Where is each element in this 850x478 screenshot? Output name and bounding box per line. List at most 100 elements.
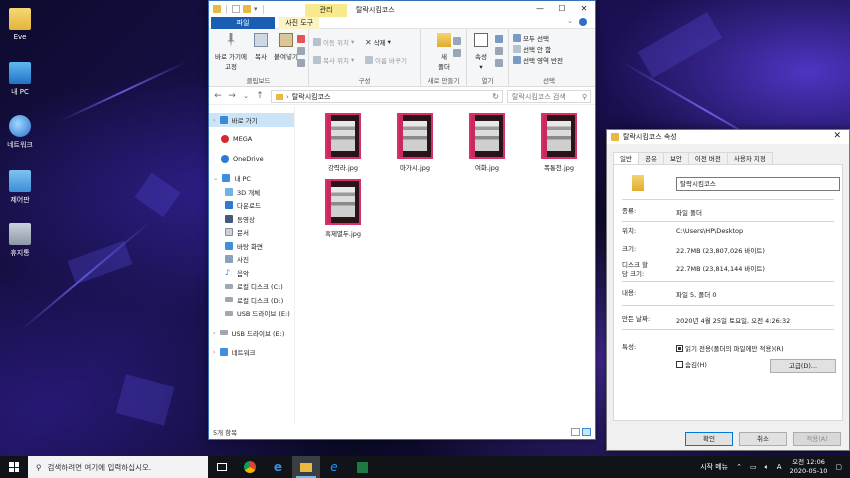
- taskbar-internet-explorer[interactable]: e: [320, 456, 348, 478]
- chevron-up-icon[interactable]: ⌃: [736, 463, 742, 471]
- nav-item-local-disk-d[interactable]: 로컬 디스크 (D:): [209, 293, 294, 307]
- up-arrow-icon[interactable]: ↑: [255, 91, 265, 101]
- cut-icon[interactable]: [297, 35, 305, 43]
- hidden-checkbox[interactable]: 숨김(H): [676, 359, 707, 369]
- tab-customize[interactable]: 사용자 지정: [726, 152, 773, 164]
- nav-item-this-pc[interactable]: ⌄ 내 PC: [209, 172, 294, 186]
- open-icon[interactable]: [495, 35, 503, 43]
- copy-to-button[interactable]: 복사 위치 ▾: [313, 55, 354, 65]
- taskbar-file-explorer[interactable]: [292, 456, 320, 478]
- properties-dialog: 탈락시킴코스 속성 ✕ 일반 공유 보안 이전 버전 사용자 지정 탈락시킴코스…: [606, 129, 850, 451]
- close-button[interactable]: ✕: [833, 131, 841, 141]
- desktop-icon-recycle-bin[interactable]: 휴지통: [0, 223, 40, 258]
- tab-previous-versions[interactable]: 이전 버전: [687, 152, 728, 164]
- paste-button[interactable]: 붙여넣기: [273, 33, 299, 61]
- chevron-down-icon[interactable]: ▾: [254, 5, 258, 13]
- pin-quick-access-button[interactable]: 바로 가기에 고정: [213, 33, 249, 71]
- network-icon[interactable]: ▭: [750, 463, 757, 471]
- apply-button[interactable]: 적용(A): [793, 432, 841, 446]
- ok-button[interactable]: 확인: [685, 432, 733, 446]
- search-icon: ⚲: [36, 462, 42, 472]
- close-button[interactable]: ✕: [573, 1, 595, 17]
- nav-item-local-disk-c[interactable]: 로컬 디스크 (C:): [209, 280, 294, 294]
- nav-item-mega[interactable]: MEGA: [209, 133, 294, 147]
- nav-item-videos[interactable]: 동영상: [209, 212, 294, 226]
- forward-arrow-icon[interactable]: →: [227, 91, 237, 101]
- notification-icon[interactable]: ▢: [835, 463, 842, 471]
- search-input[interactable]: 탈락시킴코스 검색 ⚲: [507, 90, 591, 103]
- paste-shortcut-icon[interactable]: [297, 59, 305, 67]
- file-item[interactable]: 혹제멸두.jpg: [311, 179, 375, 238]
- file-item[interactable]: 폭통천.jpg: [527, 113, 591, 172]
- nav-item-pictures[interactable]: 사진: [209, 253, 294, 267]
- taskbar-excel[interactable]: [348, 456, 376, 478]
- select-all-button[interactable]: 모두 선택: [513, 33, 549, 43]
- tab-picture-tools[interactable]: 사진 도구: [279, 16, 320, 29]
- nav-item-desktop[interactable]: 바탕 화면: [209, 239, 294, 253]
- file-item[interactable]: 마가시.jpg: [383, 113, 447, 172]
- start-button[interactable]: [0, 456, 28, 478]
- properties-quick-icon[interactable]: [232, 5, 240, 13]
- taskbar-chrome[interactable]: [236, 456, 264, 478]
- large-icons-view-icon[interactable]: [582, 428, 591, 436]
- tab-sharing[interactable]: 공유: [637, 152, 664, 164]
- ribbon-tabs: 파일 홈 공유 보기 사진 도구 ⌄: [209, 16, 595, 29]
- invert-selection-button[interactable]: 선택 영역 반전: [513, 55, 563, 65]
- tab-file[interactable]: 파일: [211, 16, 275, 29]
- nav-item-usb-e-root[interactable]: › USB 드라이브 (E:): [209, 326, 294, 340]
- nav-item-3d-objects[interactable]: 3D 개체: [209, 185, 294, 199]
- properties-button[interactable]: 속성 ▾: [471, 33, 491, 71]
- nav-item-quick-access[interactable]: › 바로 가기: [209, 113, 294, 127]
- edit-icon[interactable]: [495, 47, 503, 55]
- new-item-icon[interactable]: [453, 37, 461, 45]
- ribbon-group-clipboard: 바로 가기에 고정 복사 붙여넣기 클립보드: [209, 29, 309, 87]
- rename-button[interactable]: 이름 바꾸기: [365, 55, 407, 65]
- desktop-icon-control-panel[interactable]: 제어판: [0, 170, 40, 205]
- move-to-button[interactable]: 이동 위치 ▾: [313, 37, 354, 47]
- title-bar[interactable]: ▾ 관리 탈락시킴코스 — ☐ ✕: [209, 1, 595, 17]
- select-none-button[interactable]: 선택 안 함: [513, 44, 551, 54]
- file-item[interactable]: 여화.jpg: [455, 113, 519, 172]
- copy-button[interactable]: 복사: [251, 33, 271, 61]
- taskbar-search-input[interactable]: ⚲ 검색하려면 여기에 입력하십시오.: [28, 456, 208, 478]
- context-tab-manage[interactable]: 관리: [305, 4, 347, 17]
- address-bar[interactable]: › 탈락시킴코스 ↻: [271, 90, 503, 103]
- desktop-icon-network[interactable]: 네트워크: [0, 115, 40, 150]
- nav-item-music[interactable]: ♪ 음악: [209, 266, 294, 280]
- clock[interactable]: 오전 12:06 2020-05-10: [790, 458, 828, 476]
- volume-icon[interactable]: 🔈︎: [765, 463, 769, 472]
- refresh-icon[interactable]: ↻: [492, 92, 499, 101]
- file-item[interactable]: 강력라.jpg: [311, 113, 375, 172]
- ribbon-collapse-icon[interactable]: ⌄: [567, 17, 573, 25]
- nav-item-downloads[interactable]: 다운로드: [209, 199, 294, 213]
- ime-icon[interactable]: A: [777, 463, 782, 471]
- taskbar-edge[interactable]: e: [264, 456, 292, 478]
- desktop-icon-my-pc[interactable]: 내 PC: [0, 62, 40, 97]
- computer-icon: [9, 62, 31, 84]
- cancel-button[interactable]: 취소: [739, 432, 787, 446]
- help-icon[interactable]: [579, 18, 587, 26]
- back-arrow-icon[interactable]: ←: [213, 91, 223, 101]
- nav-item-network[interactable]: › 네트워크: [209, 346, 294, 360]
- details-view-icon[interactable]: [571, 428, 580, 436]
- nav-item-usb-e[interactable]: USB 드라이브 (E:): [209, 307, 294, 321]
- nav-item-onedrive[interactable]: OneDrive: [209, 152, 294, 166]
- tab-security[interactable]: 보안: [662, 152, 689, 164]
- task-view-button[interactable]: [208, 456, 236, 478]
- minimize-button[interactable]: —: [529, 1, 551, 17]
- delete-button[interactable]: ✕ 삭제 ▾: [365, 37, 391, 48]
- tray-label[interactable]: 시작 메뉴: [700, 462, 728, 472]
- easy-access-icon[interactable]: [453, 49, 461, 57]
- readonly-checkbox[interactable]: 읽기 전용(폴더의 파일에만 적용)(R): [676, 343, 784, 353]
- dialog-title-bar[interactable]: 탈락시킴코스 속성 ✕: [607, 130, 849, 144]
- new-folder-quick-icon[interactable]: [243, 5, 251, 13]
- history-icon[interactable]: [495, 59, 503, 67]
- maximize-button[interactable]: ☐: [551, 1, 573, 17]
- desktop-icon-eve[interactable]: Eve: [0, 8, 40, 41]
- advanced-button[interactable]: 고급(D)...: [770, 359, 836, 373]
- recent-locations-icon[interactable]: ⌄: [241, 92, 251, 100]
- nav-item-documents[interactable]: 문서: [209, 226, 294, 240]
- copy-path-icon[interactable]: [297, 47, 305, 55]
- contents-value: 파일 5, 폴더 0: [676, 291, 717, 299]
- folder-name-field[interactable]: 탈락시킴코스: [676, 177, 840, 191]
